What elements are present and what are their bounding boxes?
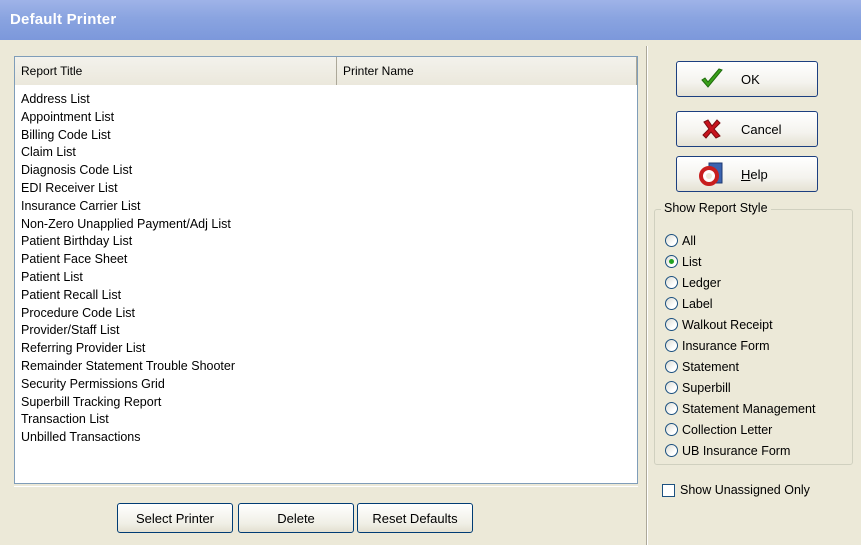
list-item[interactable]: Patient Birthday List bbox=[21, 233, 637, 251]
help-lifebuoy-icon bbox=[697, 162, 727, 186]
report-rows: Address List Appointment List Billing Co… bbox=[21, 91, 637, 483]
list-item[interactable]: Claim List bbox=[21, 144, 637, 162]
help-label: Help bbox=[741, 166, 768, 182]
select-printer-button[interactable]: Select Printer bbox=[117, 503, 233, 533]
radio-insurance-form[interactable]: Insurance Form bbox=[665, 335, 815, 356]
radio-ledger[interactable]: Ledger bbox=[665, 272, 815, 293]
column-header-report-title[interactable]: Report Title bbox=[15, 57, 337, 85]
reset-defaults-button[interactable]: Reset Defaults bbox=[357, 503, 473, 533]
list-item[interactable]: Unbilled Transactions bbox=[21, 429, 637, 447]
cancel-label: Cancel bbox=[741, 121, 782, 137]
ok-button[interactable]: OK bbox=[676, 61, 818, 97]
x-icon bbox=[697, 117, 727, 141]
checkbox-label: Show Unassigned Only bbox=[680, 483, 810, 497]
list-item[interactable]: Patient Face Sheet bbox=[21, 251, 637, 269]
panel-divider bbox=[646, 46, 648, 545]
delete-button[interactable]: Delete bbox=[238, 503, 354, 533]
column-header-printer-name[interactable]: Printer Name bbox=[337, 57, 637, 85]
radio-list[interactable]: List bbox=[665, 251, 815, 272]
radio-button[interactable] bbox=[665, 444, 678, 457]
checkmark-icon bbox=[697, 67, 727, 91]
show-report-style-group: Show Report Style All List Ledger Label … bbox=[654, 201, 853, 465]
radio-button[interactable] bbox=[665, 423, 678, 436]
radio-superbill[interactable]: Superbill bbox=[665, 377, 815, 398]
radio-statement-management[interactable]: Statement Management bbox=[665, 398, 815, 419]
list-item[interactable]: Billing Code List bbox=[21, 127, 637, 145]
list-item[interactable]: Referring Provider List bbox=[21, 340, 637, 358]
cancel-button[interactable]: Cancel bbox=[676, 111, 818, 147]
radio-button[interactable] bbox=[665, 402, 678, 415]
title-bar[interactable]: Default Printer bbox=[0, 0, 861, 40]
radio-button-selected[interactable] bbox=[665, 255, 678, 268]
radio-walkout-receipt[interactable]: Walkout Receipt bbox=[665, 314, 815, 335]
list-item[interactable]: Transaction List bbox=[21, 411, 637, 429]
list-item[interactable]: Security Permissions Grid bbox=[21, 376, 637, 394]
bottom-button-bar: Select Printer Delete Reset Defaults bbox=[14, 486, 638, 538]
list-item[interactable]: Remainder Statement Trouble Shooter bbox=[21, 358, 637, 376]
ok-label: OK bbox=[741, 71, 760, 87]
radio-all[interactable]: All bbox=[665, 230, 815, 251]
radio-button[interactable] bbox=[665, 276, 678, 289]
list-item[interactable]: Address List bbox=[21, 91, 637, 109]
list-item[interactable]: Patient List bbox=[21, 269, 637, 287]
list-item[interactable]: EDI Receiver List bbox=[21, 180, 637, 198]
list-header: Report Title Printer Name bbox=[15, 57, 637, 85]
report-printer-list[interactable]: Report Title Printer Name Address List A… bbox=[14, 56, 638, 484]
radio-button[interactable] bbox=[665, 318, 678, 331]
list-item[interactable]: Superbill Tracking Report bbox=[21, 394, 637, 412]
report-style-options: All List Ledger Label Walkout Receipt In… bbox=[665, 230, 815, 461]
group-legend: Show Report Style bbox=[661, 201, 771, 215]
list-item[interactable]: Procedure Code List bbox=[21, 305, 637, 323]
show-unassigned-only-checkbox[interactable]: Show Unassigned Only bbox=[662, 483, 810, 497]
radio-button[interactable] bbox=[665, 339, 678, 352]
radio-button[interactable] bbox=[665, 381, 678, 394]
radio-button[interactable] bbox=[665, 234, 678, 247]
radio-collection-letter[interactable]: Collection Letter bbox=[665, 419, 815, 440]
window-title: Default Printer bbox=[10, 11, 117, 28]
radio-button[interactable] bbox=[665, 297, 678, 310]
list-item[interactable]: Patient Recall List bbox=[21, 287, 637, 305]
radio-statement[interactable]: Statement bbox=[665, 356, 815, 377]
checkbox[interactable] bbox=[662, 483, 675, 497]
radio-button[interactable] bbox=[665, 360, 678, 373]
default-printer-window: Default Printer Report Title Printer Nam… bbox=[0, 0, 861, 545]
list-item[interactable]: Appointment List bbox=[21, 109, 637, 127]
list-item[interactable]: Provider/Staff List bbox=[21, 322, 637, 340]
list-item[interactable]: Non-Zero Unapplied Payment/Adj List bbox=[21, 216, 637, 234]
list-item[interactable]: Insurance Carrier List bbox=[21, 198, 637, 216]
help-button[interactable]: Help bbox=[676, 156, 818, 192]
radio-ub-insurance-form[interactable]: UB Insurance Form bbox=[665, 440, 815, 461]
list-item[interactable]: Diagnosis Code List bbox=[21, 162, 637, 180]
radio-label[interactable]: Label bbox=[665, 293, 815, 314]
